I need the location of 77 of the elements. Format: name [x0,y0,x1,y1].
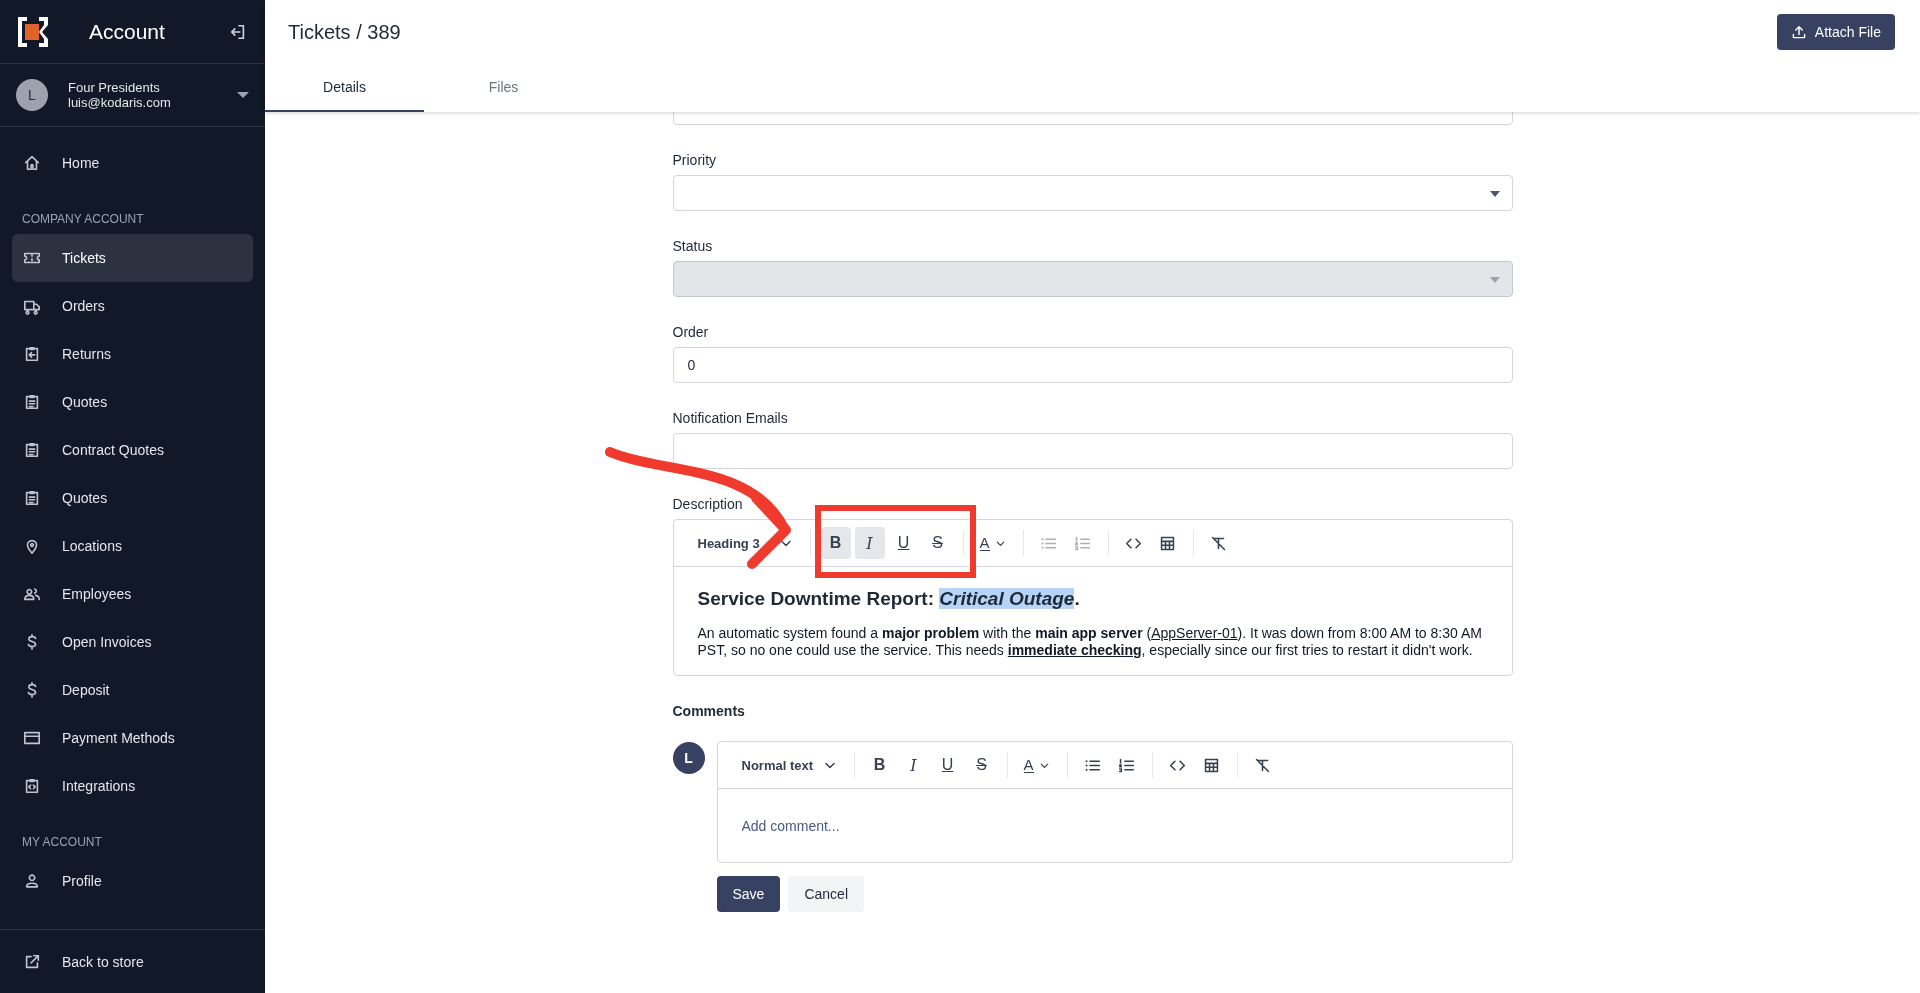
section-label: MY ACCOUNT [21,834,103,851]
tab[interactable]: Details [265,64,424,112]
caret-icon [237,92,249,98]
sidebar-item[interactable]: Integrations [12,762,253,810]
sidebar-item[interactable]: Payment Methods [12,714,253,762]
home-icon [23,154,41,172]
comment-editor[interactable]: Normal text B I U S A Add comment... [716,741,1513,863]
document-paragraph: An automatic system found a major problem with the main app server (AppServer-01). It was down from 8:00 AM to 8:30 AM PST, so no one could use the service. This needs immediate checking, especially since our first tries to restart it didn't work. [697,625,1483,658]
clipboard-icon [23,441,41,459]
attach-file-button[interactable]: Attach File [1776,14,1895,50]
input-field[interactable]: 0 [672,347,1513,383]
strike-button[interactable]: S [966,749,997,781]
clipboard-icon [23,345,41,363]
select-field[interactable] [672,175,1513,211]
avatar: L [672,742,705,774]
field-label: Priority [672,151,718,170]
clear-format-icon [1210,534,1227,552]
credit-card-icon [23,729,41,747]
bold-button[interactable]: B [864,749,895,781]
people-icon [23,585,41,603]
input-field[interactable] [672,433,1513,469]
sidebar-item[interactable]: Orders [12,282,253,330]
underline-button[interactable]: U [888,527,919,559]
logout-button[interactable] [229,22,247,41]
sidebar-item[interactable]: Employees [12,570,253,618]
cancel-button[interactable]: Cancel [788,876,864,912]
strike-button[interactable]: S [922,527,953,559]
italic-button[interactable]: I [898,749,929,781]
field-label: Order [672,323,710,342]
account-switcher[interactable]: L Four Presidents luis@kodaris.com [0,64,265,127]
bold-button[interactable]: B [820,527,851,559]
clear-format-icon [1254,756,1271,774]
text-color-button[interactable]: A [1017,749,1057,781]
sidebar-item[interactable]: Locations [12,522,253,570]
section-label: COMPANY ACCOUNT [21,211,145,228]
sidebar-item[interactable]: Tickets [12,234,253,282]
field-label: Description [672,495,744,514]
clipboard-icon [23,393,41,411]
sidebar-item[interactable]: Open Invoices [12,618,253,666]
table-icon [1203,756,1220,774]
caret-icon [1489,191,1500,197]
caret-icon [1489,277,1500,283]
document-heading: Service Downtime Report: Critical Outage. [697,587,1081,611]
logo-icon [18,16,48,47]
avatar: L [16,79,48,111]
clipboard-icon [23,489,41,507]
sidebar-item[interactable]: Quotes [12,474,253,522]
sidebar-item[interactable]: Home [12,139,253,187]
logout-icon [229,22,247,41]
table-icon [1159,534,1176,552]
sidebar-item[interactable]: Deposit [12,666,253,714]
page-title: Tickets / 389 [288,20,401,44]
underline-button[interactable]: U [932,749,963,781]
field-label: Notification Emails [672,409,789,428]
text-color-button[interactable]: A [973,527,1013,559]
external-link-icon [23,952,41,971]
numbered-list-icon [1118,756,1135,774]
back-to-store-link[interactable]: Back to store [12,937,253,986]
account-name: Four Presidents [68,80,161,95]
section-heading: Comments [672,702,746,721]
numbered-list-icon [1074,534,1091,552]
clipboard-icon [23,777,41,795]
sidebar-item[interactable]: Quotes [12,378,253,426]
block-style-dropdown[interactable]: Heading 3 [687,527,800,559]
save-button[interactable]: Save [716,876,781,912]
brand-title: Account [89,19,166,44]
sidebar-item[interactable]: Contract Quotes [12,426,253,474]
sidebar-item[interactable]: Profile [12,857,253,905]
block-style-dropdown[interactable]: Normal text [731,749,844,781]
account-email: luis@kodaris.com [68,95,172,110]
field-label: Status [672,237,714,256]
person-icon [23,872,41,890]
rich-text-editor[interactable] [672,519,1513,676]
upload-icon [1790,24,1807,40]
sidebar-item[interactable]: Returns [12,330,253,378]
italic-button[interactable]: I [854,527,885,559]
tab[interactable]: Files [424,64,583,112]
